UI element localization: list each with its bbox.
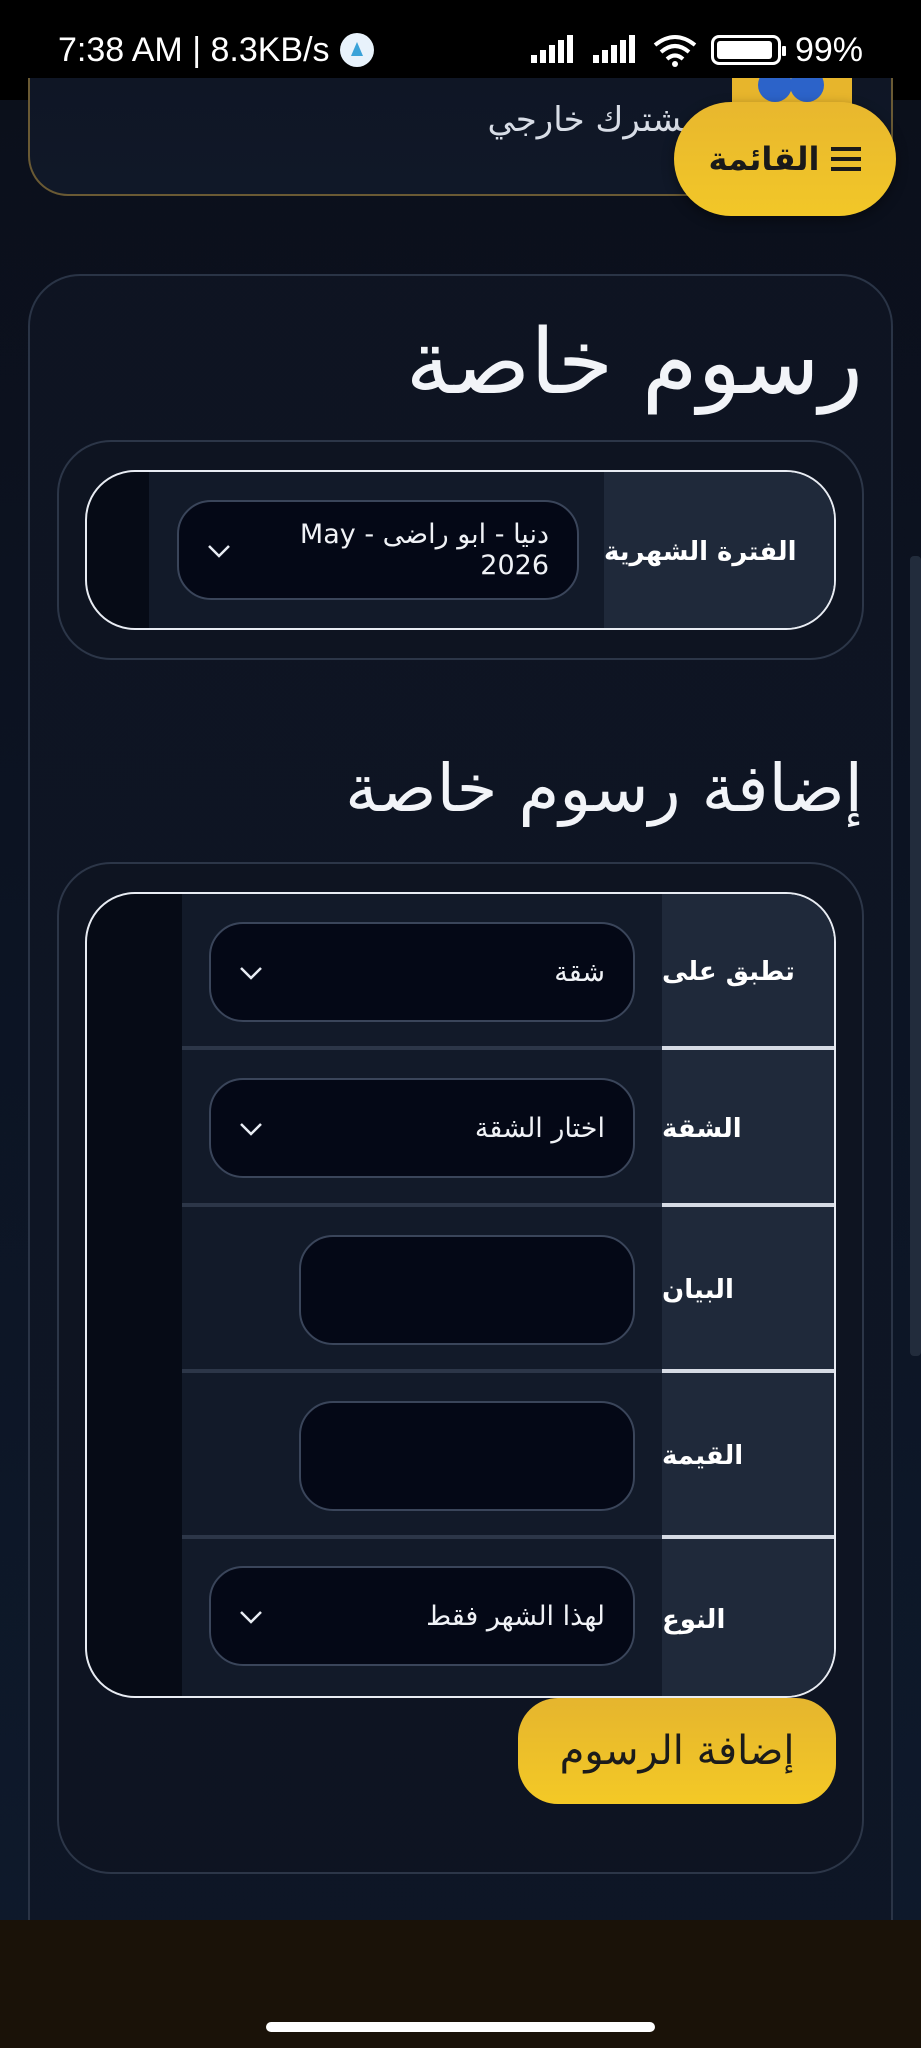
app-notification-icon	[339, 33, 374, 67]
apartment-label: الشقة	[662, 1050, 834, 1207]
add-fee-form: تطبق على شقة الشقة اختار الشقة البيان ال…	[85, 892, 836, 1698]
status-right: 99%	[529, 31, 863, 70]
period-label: الفترة الشهرية	[604, 472, 834, 628]
period-select[interactable]: دنيا - ابو راضى - May 2026	[177, 500, 579, 600]
menu-button[interactable]: القائمة	[674, 102, 896, 216]
chevron-down-icon	[239, 957, 263, 987]
add-section-title: إضافة رسوم خاصة	[345, 750, 863, 827]
type-label: النوع	[662, 1539, 834, 1696]
add-fees-button[interactable]: إضافة الرسوم	[518, 1698, 836, 1804]
status-left: 7:38 AM | 8.3KB/s	[58, 31, 374, 70]
status-time: 7:38 AM | 8.3KB/s	[58, 30, 330, 69]
battery-icon	[710, 35, 786, 65]
amount-label: القيمة	[662, 1373, 834, 1539]
signal-icon	[530, 35, 573, 63]
external-subscriber-text: مشترك خارجي	[487, 100, 701, 140]
apply-to-select[interactable]: شقة	[209, 922, 635, 1022]
menu-label: القائمة	[708, 140, 820, 178]
scrollbar[interactable]	[910, 556, 921, 1356]
page-title: رسوم خاصة	[405, 310, 863, 415]
description-input[interactable]	[299, 1235, 635, 1345]
period-value: دنيا - ابو راضى - May 2026	[299, 519, 549, 581]
apply-to-value: شقة	[554, 956, 605, 988]
chevron-down-icon	[207, 535, 231, 565]
chevron-down-icon	[239, 1601, 263, 1631]
chevron-down-icon	[239, 1113, 263, 1143]
description-label: البيان	[662, 1207, 834, 1373]
apply-to-label: تطبق على	[662, 894, 834, 1050]
apartment-select[interactable]: اختار الشقة	[209, 1078, 635, 1178]
type-value: لهذا الشهر فقط	[426, 1600, 605, 1632]
type-select[interactable]: لهذا الشهر فقط	[209, 1566, 635, 1666]
amount-input[interactable]	[299, 1401, 635, 1511]
signal-icon-2	[592, 35, 635, 63]
period-table: الفترة الشهرية دنيا - ابو راضى - May 202…	[85, 470, 836, 630]
wifi-icon	[653, 35, 697, 67]
battery-percent: 99%	[794, 30, 863, 69]
menu-icon	[831, 147, 862, 171]
home-indicator[interactable]	[266, 2022, 655, 2032]
apartment-value: اختار الشقة	[474, 1112, 605, 1144]
